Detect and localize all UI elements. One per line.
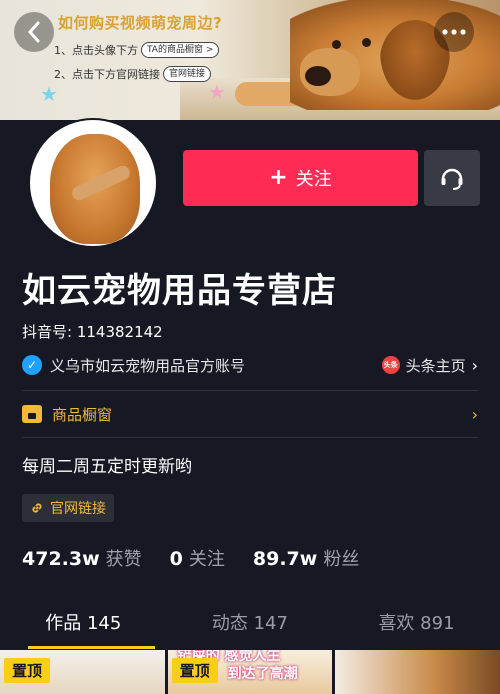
tab-works[interactable]: 作品 145 bbox=[0, 605, 167, 649]
follow-button[interactable]: + 关注 bbox=[183, 150, 418, 206]
store-name: 如云宠物用品专营店 bbox=[22, 271, 337, 311]
stat-following[interactable]: 0 关注 bbox=[170, 545, 225, 571]
tab-posts[interactable]: 动态 147 bbox=[167, 605, 334, 647]
link-icon bbox=[32, 503, 42, 513]
shop-icon bbox=[22, 405, 42, 423]
toutiao-homepage-link[interactable]: 头条 头条主页 › bbox=[381, 355, 478, 376]
stats-row: 472.3w 获赞 0 关注 89.7w 粉丝 bbox=[22, 545, 387, 571]
product-showcase-label: 商品橱窗 bbox=[52, 405, 113, 424]
promo-step-2-pill: 官网链接 bbox=[163, 66, 212, 82]
back-button[interactable] bbox=[14, 12, 54, 52]
stat-likes[interactable]: 472.3w 获赞 bbox=[22, 545, 142, 571]
toutiao-label: 头条主页 bbox=[405, 356, 466, 375]
dog-eye bbox=[362, 38, 371, 47]
douyin-id: 抖音号: 114382142 bbox=[22, 323, 163, 341]
dog-nose bbox=[305, 66, 331, 86]
video-thumbnail[interactable]: 置顶 bbox=[0, 650, 165, 694]
stat-followers[interactable]: 89.7w 粉丝 bbox=[253, 545, 359, 571]
avatar[interactable] bbox=[28, 118, 158, 248]
more-options-button[interactable] bbox=[434, 12, 474, 52]
pinned-badge: 置顶 bbox=[4, 658, 51, 683]
headset-icon bbox=[441, 168, 463, 190]
plus-icon: + bbox=[269, 165, 288, 190]
more-dots-icon bbox=[442, 29, 466, 35]
content-tabs: 作品 145 动态 147 喜欢 891 bbox=[0, 605, 500, 649]
star-decoration-icon: ★ bbox=[40, 82, 58, 106]
promo-step-1-pill: TA的商品橱窗 > bbox=[141, 42, 220, 58]
official-link-button[interactable]: 官网链接 bbox=[22, 494, 114, 522]
pinned-badge: 置顶 bbox=[171, 658, 218, 683]
product-showcase-row[interactable]: 商品橱窗 › bbox=[22, 401, 478, 427]
star-decoration-icon: ★ bbox=[208, 80, 226, 104]
divider bbox=[22, 437, 478, 438]
promo-step-1-text: 1、点击头像下方 bbox=[54, 44, 138, 57]
customer-service-button[interactable] bbox=[424, 150, 480, 206]
promo-title: 如何购买视频萌宠周边? bbox=[58, 14, 223, 32]
promo-step-1: 1、点击头像下方 TA的商品橱窗 > bbox=[54, 42, 220, 58]
profile-banner: 如何购买视频萌宠周边? 1、点击头像下方 TA的商品橱窗 > 2、点击下方官网链… bbox=[0, 0, 500, 120]
stat-label: 获赞 bbox=[105, 549, 142, 570]
dog-eye bbox=[332, 40, 341, 49]
official-link-label: 官网链接 bbox=[50, 501, 106, 517]
tab-likes[interactable]: 喜欢 891 bbox=[333, 605, 500, 647]
chevron-right-icon: › bbox=[471, 355, 478, 375]
video-thumbnail[interactable]: 铲屎的 感觉人生 到达了高潮 置顶 bbox=[167, 650, 333, 694]
toutiao-logo-icon: 头条 bbox=[381, 356, 400, 374]
stat-label: 关注 bbox=[188, 549, 225, 570]
video-caption-line: 到达了高潮 bbox=[227, 666, 298, 682]
stat-value: 89.7w bbox=[252, 548, 318, 570]
chevron-right-icon: › bbox=[471, 404, 478, 424]
video-grid: 置顶 铲屎的 感觉人生 到达了高潮 置顶 bbox=[0, 650, 500, 694]
promo-card: 如何购买视频萌宠周边? 1、点击头像下方 TA的商品橱窗 > 2、点击下方官网链… bbox=[40, 2, 230, 98]
stat-value: 0 bbox=[169, 548, 183, 570]
stat-label: 粉丝 bbox=[323, 549, 360, 570]
video-thumbnail[interactable] bbox=[335, 650, 500, 694]
chevron-left-icon bbox=[27, 21, 40, 43]
promo-step-2-text: 2、点击下方官网链接 bbox=[54, 68, 160, 81]
verified-account-text: 义乌市如云宠物用品官方账号 bbox=[50, 356, 246, 375]
verification-row: ✓ 义乌市如云宠物用品官方账号 头条 头条主页 › bbox=[22, 352, 478, 378]
promo-step-2: 2、点击下方官网链接 官网链接 bbox=[54, 66, 212, 82]
bio-text: 每周二周五定时更新哟 bbox=[22, 457, 192, 477]
follow-label: 关注 bbox=[295, 169, 332, 190]
divider bbox=[22, 390, 478, 391]
verified-check-icon: ✓ bbox=[22, 355, 42, 375]
stat-value: 472.3w bbox=[22, 548, 100, 570]
